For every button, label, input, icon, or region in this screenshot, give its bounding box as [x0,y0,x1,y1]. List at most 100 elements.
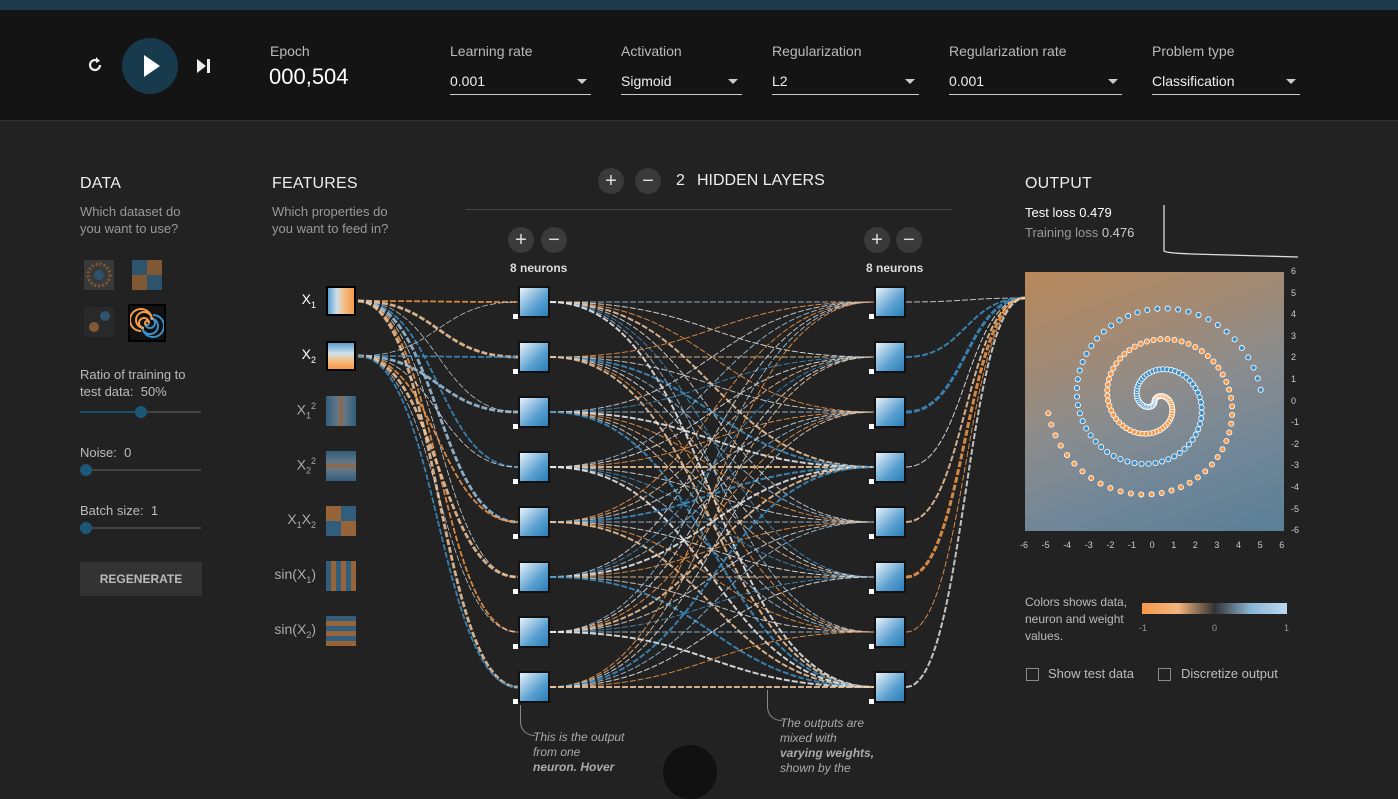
data-point [1131,343,1138,350]
y-tick-label: 6 [1291,266,1297,276]
bias-indicator[interactable] [869,424,874,429]
weight-link[interactable] [549,301,875,358]
weight-link[interactable] [549,356,875,523]
layer2-neuron-7[interactable] [874,616,906,648]
layer2-neuron-3[interactable] [874,396,906,428]
data-point [1198,404,1205,411]
data-point [1177,484,1184,491]
data-point [1094,335,1101,342]
annotation-2: The outputs are mixed with varying weigh… [780,716,890,776]
data-point [1104,387,1111,394]
data-point [1137,340,1144,347]
layer1-neuron-5[interactable] [518,506,550,538]
data-point [1229,412,1236,419]
y-tick-label: -5 [1291,503,1300,514]
data-point [1083,425,1090,432]
layer2-neuron-2[interactable] [874,341,906,373]
bias-indicator[interactable] [869,534,874,539]
weight-link[interactable] [357,355,519,688]
weight-link[interactable] [549,301,875,688]
bias-indicator[interactable] [869,314,874,319]
data-point [1214,454,1221,461]
data-point [1125,312,1132,319]
weight-link[interactable] [549,521,875,688]
data-point [1215,364,1222,371]
help-button[interactable] [663,745,717,799]
x-tick-label: -4 [1063,540,1072,550]
layer1-neuron-3[interactable] [518,396,550,428]
layer2-neuron-4[interactable] [874,451,906,483]
data-point [1194,474,1201,481]
layer1-neuron-1[interactable] [518,286,550,318]
data-point [1073,384,1080,391]
layer2-neuron-6[interactable] [874,561,906,593]
bias-indicator[interactable] [513,369,518,374]
show-test-data-label: Show test data [1048,666,1134,681]
weight-link[interactable] [357,300,519,468]
weight-link[interactable] [357,355,519,633]
data-point [1185,340,1192,347]
output-heatmap[interactable] [1025,272,1284,531]
data-point [1192,344,1199,351]
data-point [1245,354,1252,361]
weight-link[interactable] [549,301,875,468]
data-point [1250,364,1257,371]
bias-indicator[interactable] [869,589,874,594]
layer1-neuron-6[interactable] [518,561,550,593]
data-point [1196,394,1203,401]
training-loss-value: 0.476 [1101,225,1135,240]
x-tick-label: 0 [1149,540,1155,550]
weight-link[interactable] [905,297,1026,633]
bias-indicator[interactable] [513,699,518,704]
data-point [1105,376,1112,383]
x-tick-label: 5 [1257,540,1263,550]
layer1-neuron-7[interactable] [518,616,550,648]
weight-link[interactable] [905,296,1026,579]
layer1-neuron-4[interactable] [518,451,550,483]
bias-indicator[interactable] [869,699,874,704]
weight-link[interactable] [357,354,519,579]
weight-link[interactable] [549,466,875,633]
data-point [1195,426,1202,433]
layer1-neuron-2[interactable] [518,341,550,373]
layer2-neuron-1[interactable] [874,286,906,318]
data-point [1100,328,1107,335]
data-point [1152,460,1159,467]
data-point [1150,336,1157,343]
data-point [1079,418,1086,425]
output-title: OUTPUT [1025,175,1092,192]
bias-indicator[interactable] [869,369,874,374]
data-point [1195,311,1202,318]
weight-link[interactable] [357,355,519,468]
layer2-neuron-5[interactable] [874,506,906,538]
bias-indicator[interactable] [513,644,518,649]
bias-indicator[interactable] [513,314,518,319]
data-point [1117,456,1124,463]
data-point [1117,355,1124,362]
bias-indicator[interactable] [869,479,874,484]
data-point [1048,421,1055,428]
data-point [1106,402,1113,409]
data-point [1171,336,1178,343]
discretize-output-checkbox[interactable] [1158,668,1171,681]
y-tick-label: 2 [1291,352,1297,363]
layer2-neuron-8[interactable] [874,671,906,703]
bias-indicator[interactable] [513,589,518,594]
training-loss: Training loss 0.476 [1025,225,1134,240]
bias-indicator[interactable] [513,479,518,484]
data-point [1158,489,1165,496]
show-test-data-checkbox[interactable] [1026,668,1039,681]
data-point [1079,358,1086,365]
data-point [1257,386,1264,393]
bias-indicator[interactable] [513,534,518,539]
x-tick-label: 6 [1279,540,1285,550]
data-point [1238,344,1245,351]
bias-indicator[interactable] [513,424,518,429]
data-point [1219,446,1226,453]
data-point [1071,460,1078,467]
data-point [1210,358,1217,365]
layer1-neuron-8[interactable] [518,671,550,703]
bias-indicator[interactable] [869,644,874,649]
data-point [1202,468,1209,475]
weight-link[interactable] [357,300,519,303]
